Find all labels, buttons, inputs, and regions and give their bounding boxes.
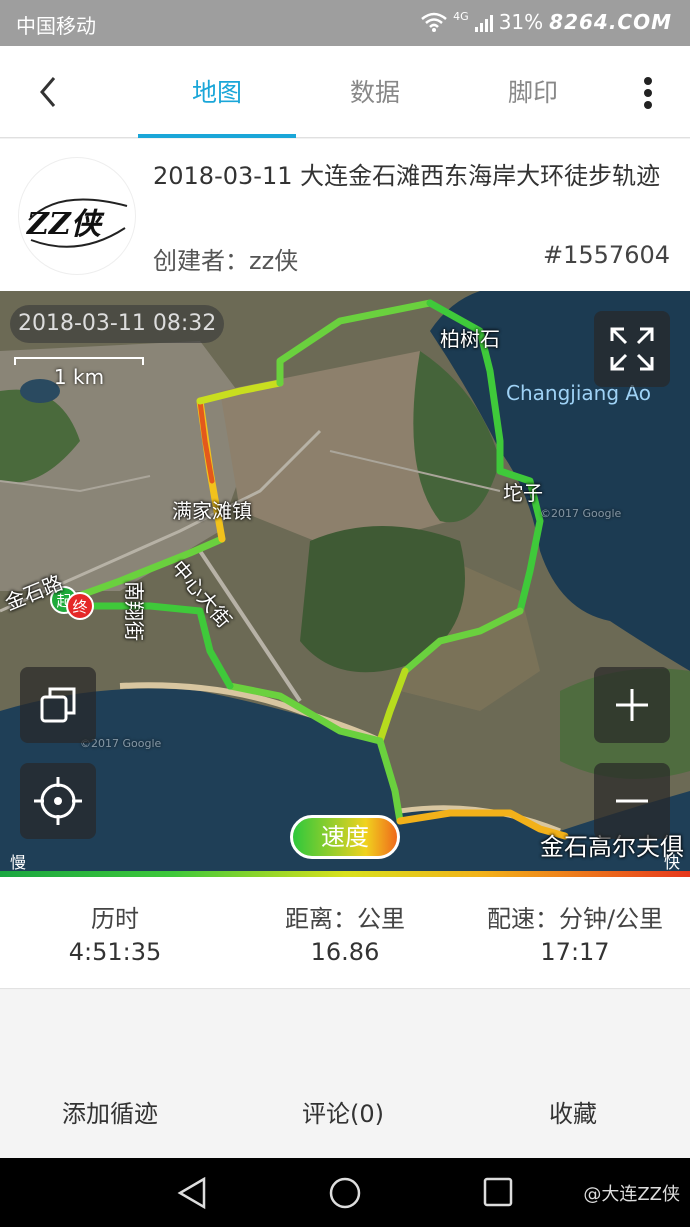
tab-map[interactable]: 地图 [138,46,296,138]
end-marker-label: 终 [72,598,87,616]
add-track-button[interactable]: 添加循迹 [62,1094,158,1129]
avatar-text: ZZ侠 [26,207,105,242]
site-watermark: 8264.COM [549,10,672,34]
chevron-left-icon [40,77,56,107]
layers-icon [40,687,76,723]
stat-pace-label: 配速：分钟/公里 [486,905,664,933]
battery-percent: 31% [498,10,544,34]
avatar-logo: ZZ侠 [26,198,128,248]
stat-duration-label: 历时 [91,905,139,933]
minus-icon [616,799,648,803]
status-indicators: 4G 31% 8264.COM [421,10,672,34]
zoom-in-button[interactable] [594,667,670,743]
nav-back-icon[interactable] [176,1176,208,1210]
crosshair-icon [34,777,82,825]
stat-distance: 距离：公里 16.86 [260,899,430,966]
track-info: ZZ侠 2018-03-11 大连金石滩西东海岸大环徒步轨迹 创建者：zz侠 #… [0,139,690,291]
track-timestamp: 2018-03-11 08:32 [10,305,225,343]
speed-legend-button[interactable]: 速度 [290,815,400,859]
track-creator[interactable]: 创建者：zz侠 [153,241,298,276]
signal-icon [474,12,493,32]
status-bar: 中国移动 4G 31% 8264.COM [0,0,690,46]
wifi-icon [421,12,447,32]
stat-duration-value: 4:51:35 [68,938,162,966]
more-dots-icon [644,77,652,85]
stat-pace: 配速：分钟/公里 17:17 [465,899,685,966]
track-stats: 历时 4:51:35 距离：公里 16.86 配速：分钟/公里 17:17 [0,877,690,989]
fullscreen-icon [610,327,654,371]
legend-fast: 快 [663,853,680,871]
map-scale: 1 km [14,357,144,389]
tab-data[interactable]: 数据 [296,46,454,138]
map-copyright: ©2017 Google [540,507,622,520]
avatar[interactable]: ZZ侠 [18,157,136,275]
tab-footprints[interactable]: 脚印 [454,46,612,138]
zoom-out-button[interactable] [594,763,670,839]
stat-duration: 历时 4:51:35 [40,899,190,966]
favorite-button[interactable]: 收藏 [549,1094,597,1129]
carrier-name: 中国移动 [16,14,96,38]
more-menu-button[interactable] [636,74,660,110]
stat-distance-value: 16.86 [310,938,380,966]
legend-slow: 慢 [10,853,27,871]
app-bar: 地图 数据 脚印 [0,46,690,138]
map-view[interactable]: 起 终 2018-03-11 08:32 1 km 柏树石 Changjiang… [0,291,690,871]
map-label-tuozi: 坨子 [503,481,543,505]
track-id: #1557604 [543,241,670,269]
end-marker: 终 [66,592,94,620]
nav-recents-icon[interactable] [482,1176,514,1208]
map-label-nanxiu: 南翔街 [122,581,146,641]
locate-button[interactable] [20,763,96,839]
layers-button[interactable] [20,667,96,743]
plus-icon [616,689,648,721]
scale-label: 1 km [53,365,105,389]
fullscreen-button[interactable] [594,311,670,387]
nav-home-icon[interactable] [328,1176,362,1210]
comment-button[interactable]: 评论(0) [302,1094,384,1129]
back-button[interactable] [30,72,70,112]
map-label-baishishi: 柏树石 [440,327,500,351]
action-bar: 添加循迹 评论(0) 收藏 [0,990,690,1158]
system-nav-bar: @大连ZZ侠 [0,1158,690,1227]
track-title: 2018-03-11 大连金石滩西东海岸大环徒步轨迹 [153,162,661,190]
weibo-watermark: @大连ZZ侠 [583,1184,680,1205]
network-type: 4G [453,10,469,23]
stat-distance-label: 距离：公里 [285,905,405,933]
stat-pace-value: 17:17 [540,938,610,966]
map-label-manjiatan: 满家滩镇 [172,499,252,523]
